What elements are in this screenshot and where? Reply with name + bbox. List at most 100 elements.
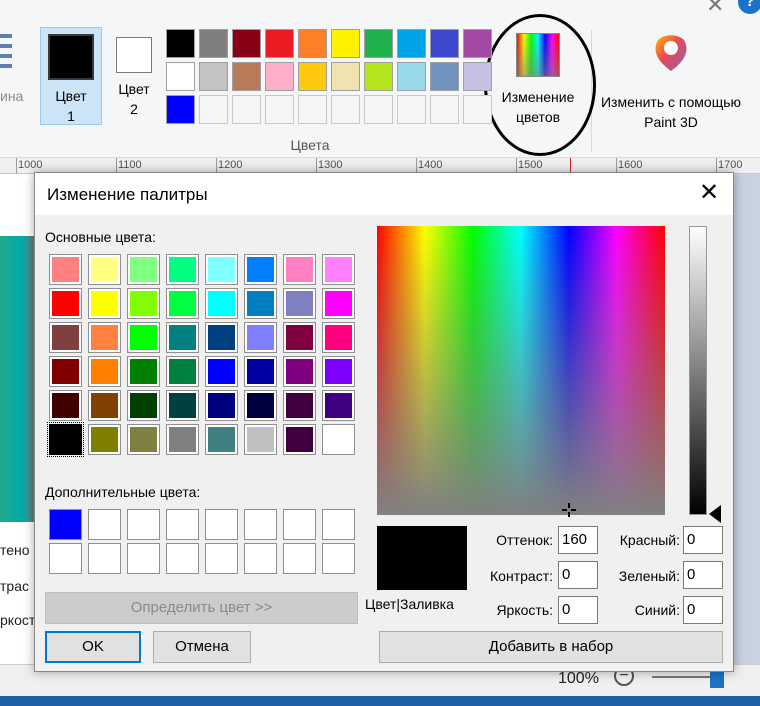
basic-color-swatch[interactable] — [205, 390, 238, 421]
custom-color-swatch[interactable] — [127, 543, 160, 574]
basic-color-swatch[interactable] — [283, 288, 316, 319]
custom-color-swatch[interactable] — [283, 543, 316, 574]
basic-color-swatch[interactable] — [322, 288, 355, 319]
select-tool-icon[interactable] — [0, 34, 14, 74]
basic-color-swatch[interactable] — [49, 288, 82, 319]
basic-color-swatch[interactable] — [88, 356, 121, 387]
basic-color-swatch[interactable] — [244, 322, 277, 353]
ribbon-palette-swatch[interactable] — [166, 95, 195, 124]
ribbon-palette-swatch[interactable] — [199, 95, 228, 124]
custom-color-swatch[interactable] — [166, 543, 199, 574]
color1-button[interactable]: Цвет 1 — [40, 27, 102, 125]
basic-color-swatch[interactable] — [49, 254, 82, 285]
basic-color-swatch[interactable] — [205, 254, 238, 285]
custom-color-swatch[interactable] — [127, 509, 160, 540]
basic-color-swatch[interactable] — [88, 254, 121, 285]
ribbon-palette-swatch[interactable] — [364, 62, 393, 91]
basic-color-swatch[interactable] — [283, 254, 316, 285]
basic-color-swatch[interactable] — [127, 424, 160, 455]
color2-button[interactable]: Цвет 2 — [106, 27, 162, 125]
ribbon-palette-swatch[interactable] — [430, 29, 459, 58]
custom-color-swatch[interactable] — [244, 543, 277, 574]
red-input[interactable]: 0 — [683, 526, 723, 554]
basic-color-swatch[interactable] — [283, 390, 316, 421]
custom-color-swatch[interactable] — [244, 509, 277, 540]
ribbon-palette-swatch[interactable] — [430, 62, 459, 91]
custom-color-swatch[interactable] — [88, 543, 121, 574]
basic-color-swatch[interactable] — [166, 322, 199, 353]
custom-color-swatch[interactable] — [88, 509, 121, 540]
basic-color-swatch[interactable] — [49, 322, 82, 353]
custom-color-swatch[interactable] — [322, 509, 355, 540]
ribbon-palette-swatch[interactable] — [364, 95, 393, 124]
basic-color-swatch[interactable] — [244, 390, 277, 421]
ribbon-palette-swatch[interactable] — [265, 29, 294, 58]
custom-color-swatch[interactable] — [205, 543, 238, 574]
basic-color-swatch[interactable] — [322, 356, 355, 387]
ribbon-palette-swatch[interactable] — [331, 95, 360, 124]
basic-color-swatch[interactable] — [166, 390, 199, 421]
basic-color-swatch[interactable] — [244, 288, 277, 319]
ribbon-palette-swatch[interactable] — [232, 29, 261, 58]
basic-color-swatch[interactable] — [88, 390, 121, 421]
ribbon-palette-swatch[interactable] — [199, 62, 228, 91]
basic-color-swatch[interactable] — [127, 390, 160, 421]
luminance-arrow-icon[interactable] — [709, 505, 721, 523]
basic-color-swatch[interactable] — [88, 424, 121, 455]
ribbon-palette-swatch[interactable] — [232, 62, 261, 91]
ribbon-palette-swatch[interactable] — [265, 62, 294, 91]
ribbon-palette-swatch[interactable] — [364, 29, 393, 58]
basic-color-swatch[interactable] — [205, 322, 238, 353]
basic-color-swatch[interactable] — [166, 254, 199, 285]
basic-color-swatch[interactable] — [205, 288, 238, 319]
custom-color-swatch[interactable] — [205, 509, 238, 540]
custom-color-swatch[interactable] — [166, 509, 199, 540]
ribbon-palette-swatch[interactable] — [232, 95, 261, 124]
spectrum-crosshair-icon[interactable] — [562, 503, 576, 517]
ribbon-palette-swatch[interactable] — [199, 29, 228, 58]
basic-color-swatch[interactable] — [127, 288, 160, 319]
custom-color-swatch[interactable] — [322, 543, 355, 574]
basic-color-swatch[interactable] — [127, 322, 160, 353]
ribbon-palette-swatch[interactable] — [430, 95, 459, 124]
basic-color-swatch[interactable] — [205, 356, 238, 387]
cancel-button[interactable]: Отмена — [153, 631, 251, 663]
basic-color-swatch[interactable] — [49, 390, 82, 421]
ribbon-palette-swatch[interactable] — [331, 62, 360, 91]
blue-input[interactable]: 0 — [683, 596, 723, 624]
basic-color-swatch[interactable] — [322, 254, 355, 285]
color-spectrum-picker[interactable] — [377, 226, 665, 515]
ribbon-palette-swatch[interactable] — [298, 95, 327, 124]
ribbon-palette-swatch[interactable] — [166, 29, 195, 58]
ribbon-palette-swatch[interactable] — [331, 29, 360, 58]
add-to-custom-colors-button[interactable]: Добавить в набор — [379, 631, 723, 663]
ribbon-palette-swatch[interactable] — [397, 62, 426, 91]
basic-color-swatch[interactable] — [49, 356, 82, 387]
ribbon-palette-swatch[interactable] — [463, 95, 492, 124]
ribbon-palette-swatch[interactable] — [265, 95, 294, 124]
basic-color-swatch[interactable] — [47, 422, 84, 457]
basic-color-swatch[interactable] — [283, 356, 316, 387]
help-icon[interactable]: ? — [738, 0, 760, 14]
ribbon-palette-swatch[interactable] — [397, 29, 426, 58]
zoom-slider[interactable] — [652, 676, 712, 678]
basic-color-swatch[interactable] — [205, 424, 238, 455]
basic-color-swatch[interactable] — [244, 424, 277, 455]
paint3d-button[interactable]: Изменить с помощью Paint 3D — [596, 27, 746, 130]
basic-color-swatch[interactable] — [244, 254, 277, 285]
basic-color-swatch[interactable] — [88, 288, 121, 319]
basic-color-swatch[interactable] — [283, 322, 316, 353]
custom-color-swatch[interactable] — [49, 543, 82, 574]
ok-button[interactable]: OK — [45, 631, 141, 663]
ribbon-palette-swatch[interactable] — [397, 95, 426, 124]
basic-color-swatch[interactable] — [166, 356, 199, 387]
ribbon-palette-swatch[interactable] — [298, 29, 327, 58]
basic-color-swatch[interactable] — [322, 322, 355, 353]
dialog-close-button[interactable]: ✕ — [695, 179, 723, 207]
luminance-slider[interactable] — [689, 226, 707, 515]
basic-color-swatch[interactable] — [127, 254, 160, 285]
basic-color-swatch[interactable] — [166, 424, 199, 455]
basic-color-swatch[interactable] — [283, 424, 316, 455]
custom-color-swatch[interactable] — [49, 509, 82, 540]
ribbon-palette-swatch[interactable] — [166, 62, 195, 91]
